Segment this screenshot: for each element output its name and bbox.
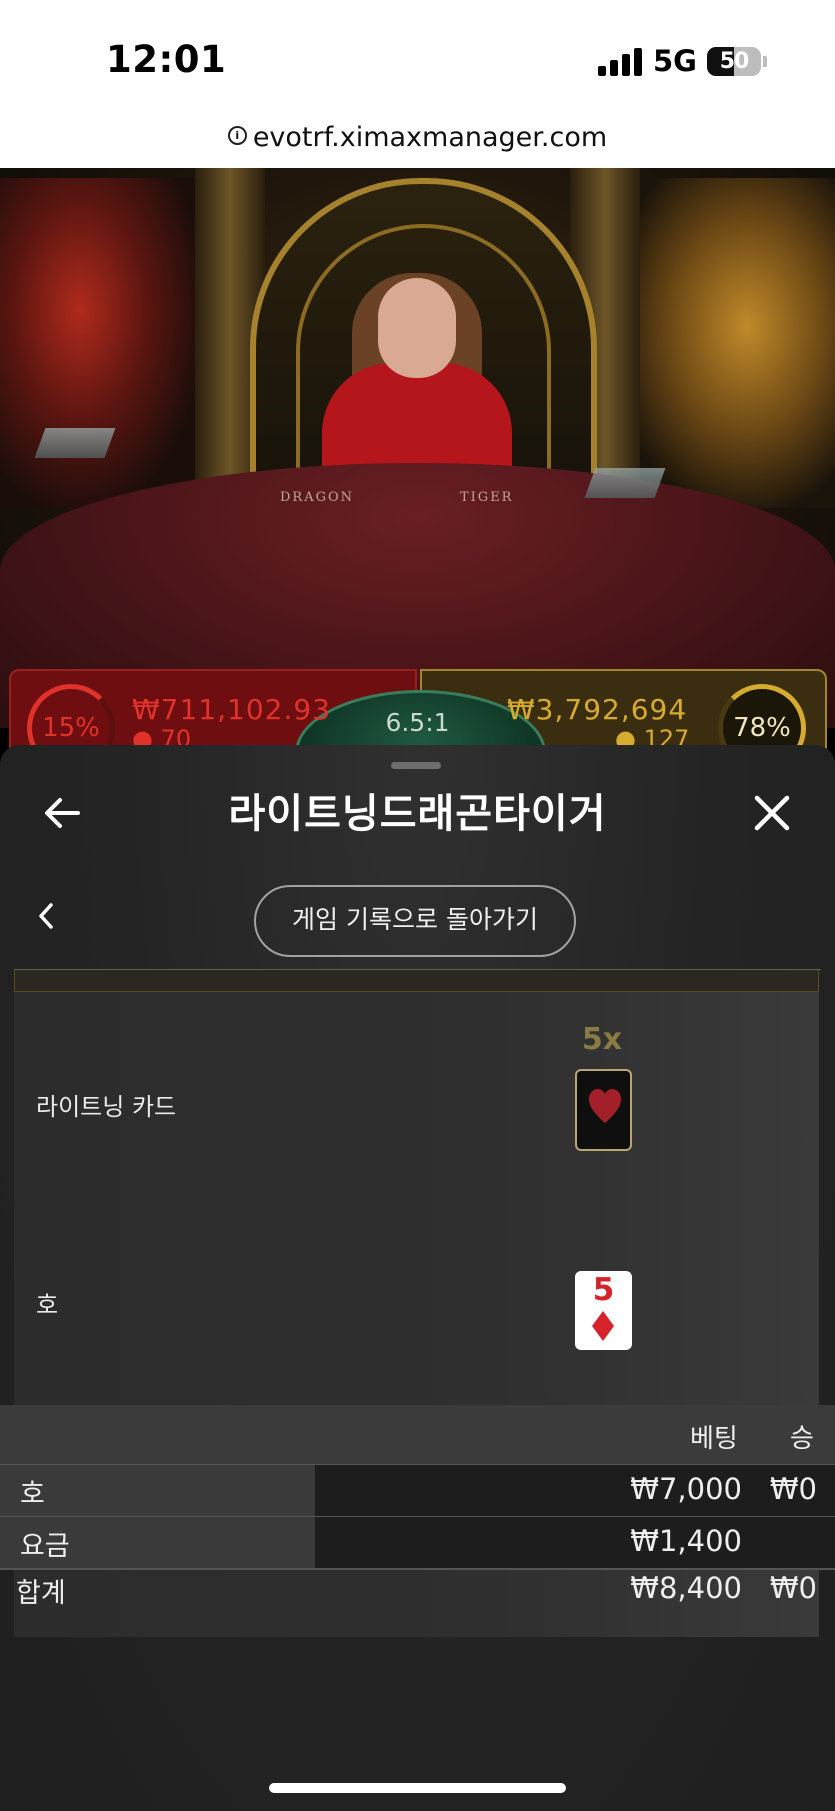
table-label-tiger: TIGER — [460, 490, 514, 505]
heart-suit-icon — [589, 1089, 621, 1123]
dealer-face — [378, 278, 456, 378]
bet-amount: ₩7,000 — [630, 1472, 742, 1506]
playing-card: 5 — [575, 1271, 632, 1350]
battery-tip — [763, 56, 767, 67]
close-icon[interactable] — [752, 793, 792, 833]
tiger-percent: 78% — [733, 713, 791, 743]
cellular-signal-icon — [598, 48, 642, 76]
network-type: 5G — [653, 44, 697, 78]
column-header-win: 승 — [790, 1424, 814, 1454]
result-header-bar — [14, 970, 819, 992]
bet-name: 요금 — [20, 1531, 70, 1562]
dragon-artwork — [0, 178, 200, 508]
clock: 12:01 — [106, 38, 227, 81]
dragon-percent: 15% — [42, 713, 100, 743]
lightning-card — [575, 1069, 632, 1151]
lightning-card-label: 라이트닝 카드 — [36, 1093, 177, 1121]
table-row: 호 ₩7,000 ₩0 — [0, 1465, 835, 1516]
battery-level: 50 — [719, 49, 750, 74]
address-bar[interactable]: i evotrf.ximaxmanager.com — [0, 118, 835, 168]
win-amount: ₩0 — [769, 1472, 817, 1506]
battery-icon: 50 — [707, 47, 761, 76]
bet-amount: ₩1,400 — [630, 1524, 742, 1558]
back-to-history-button[interactable]: 게임 기록으로 돌아가기 — [254, 885, 576, 957]
total-bet: ₩8,400 — [630, 1571, 742, 1605]
card-shoe-left — [34, 428, 116, 458]
game-history-sheet: 라이트닝드래곤타이거 게임 기록으로 돌아가기 라이트닝 카드 5x 호 5 베… — [0, 745, 835, 1811]
sheet-title: 라이트닝드래곤타이거 — [228, 791, 607, 837]
home-indicator[interactable] — [269, 1783, 566, 1793]
result-label: 호 — [36, 1291, 59, 1319]
card-rank: 5 — [592, 1272, 615, 1308]
tie-odds: 6.5:1 — [385, 708, 450, 737]
diamond-suit-icon — [592, 1311, 614, 1341]
column-header-bet: 베팅 — [690, 1424, 738, 1454]
table-row: 요금 ₩1,400 — [0, 1517, 835, 1568]
live-video-stream: DRAGON TIGER — [0, 168, 835, 728]
dragon-total-amount: ₩711,102.93 — [132, 693, 332, 726]
tiger-total-amount: ₩3,792,694 — [507, 693, 688, 726]
total-row: 합계 ₩8,400 ₩0 — [0, 1569, 835, 1620]
status-bar: 12:01 5G 50 — [0, 0, 835, 118]
url-text[interactable]: evotrf.ximaxmanager.com — [253, 122, 607, 153]
total-win: ₩0 — [769, 1571, 817, 1605]
site-info-icon[interactable]: i — [227, 126, 247, 145]
lightning-multiplier: 5x — [581, 1022, 623, 1057]
table-label-dragon: DRAGON — [280, 490, 355, 505]
bet-name: 호 — [20, 1479, 45, 1510]
sheet-drag-handle[interactable] — [391, 762, 441, 769]
card-shoe-right — [584, 468, 666, 498]
chevron-left-icon[interactable] — [35, 901, 59, 931]
total-label: 합계 — [16, 1578, 66, 1609]
tiger-artwork — [615, 178, 835, 508]
